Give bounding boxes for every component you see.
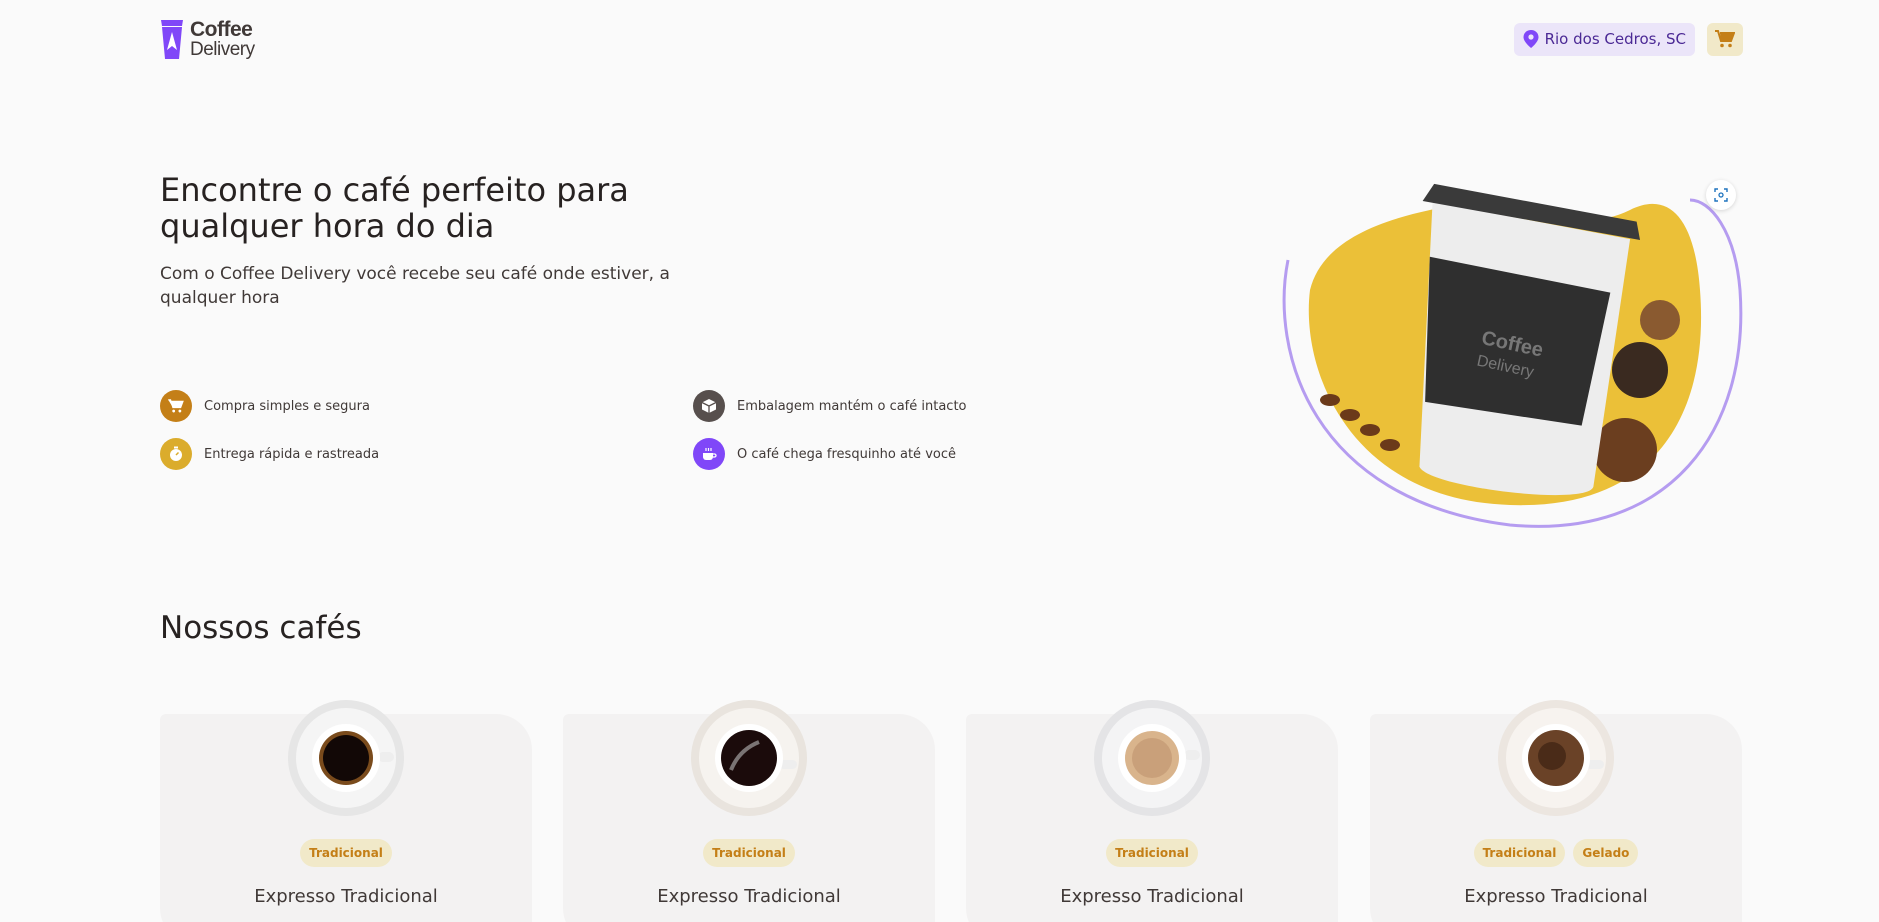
coffee-cup-image (1094, 700, 1210, 816)
package-icon (693, 390, 725, 422)
shopping-cart-icon (160, 390, 192, 422)
hero-title: Encontre o café perfeito para qualquer h… (160, 171, 629, 245)
product-name: Expresso Tradicional (1464, 886, 1648, 907)
product-tags: Tradicional (966, 839, 1338, 867)
product-card[interactable]: Tradicional Expresso Tradicional (160, 700, 532, 922)
expand-image-button[interactable] (1706, 180, 1736, 210)
product-card[interactable]: Tradicional Gelado Expresso Tradicional (1370, 700, 1742, 922)
coffee-icon (693, 438, 725, 470)
logo-text: Coffee Delivery (190, 19, 255, 59)
feature-label: Entrega rápida e rastreada (204, 446, 380, 462)
location-text: Rio dos Cedros, SC (1544, 30, 1686, 48)
product-name: Expresso Tradicional (254, 886, 438, 907)
feature-item-delivery: Entrega rápida e rastreada (160, 438, 379, 470)
product-tag: Tradicional (1106, 839, 1198, 867)
hero-subtitle: Com o Coffee Delivery você recebe seu ca… (160, 264, 670, 308)
coffee-cup-image (1498, 700, 1614, 816)
product-tag: Tradicional (703, 839, 795, 867)
product-tags: Tradicional Gelado (1370, 839, 1742, 867)
fullscreen-icon (1714, 188, 1728, 202)
coffee-cup-image (691, 700, 807, 816)
product-tag: Tradicional (1473, 839, 1566, 867)
cart-button[interactable] (1707, 22, 1743, 56)
feature-item-purchase: Compra simples e segura (160, 390, 370, 422)
product-name: Expresso Tradicional (657, 886, 841, 907)
product-name: Expresso Tradicional (1060, 886, 1244, 907)
section-title: Nossos cafés (160, 610, 362, 646)
location-badge[interactable]: Rio dos Cedros, SC (1513, 22, 1695, 56)
feature-item-packaging: Embalagem mantém o café intacto (693, 390, 967, 422)
logo-line-2: Delivery (190, 39, 255, 60)
logo[interactable]: Coffee Delivery (160, 18, 255, 60)
feature-item-fresh: O café chega fresquinho até você (693, 438, 956, 470)
header-actions: Rio dos Cedros, SC (1513, 22, 1743, 56)
product-tags: Tradicional (160, 839, 532, 867)
shopping-cart-icon (1715, 30, 1735, 48)
product-card[interactable]: Tradicional Expresso Tradicional (563, 700, 935, 922)
product-tags: Tradicional (563, 839, 935, 867)
product-card[interactable]: Tradicional Expresso Tradicional (966, 700, 1338, 922)
feature-label: Embalagem mantém o café intacto (737, 398, 967, 414)
hero-coffee-image: Coffee Delivery (1282, 183, 1743, 528)
header: Coffee Delivery Rio dos Cedros, SC (160, 16, 1743, 62)
product-tag: Gelado (1573, 839, 1639, 867)
coffee-cup-image (288, 700, 404, 816)
logo-line-1: Coffee (190, 18, 253, 41)
map-pin-icon (1523, 30, 1539, 48)
feature-label: Compra simples e segura (204, 398, 370, 414)
product-tag: Tradicional (300, 839, 392, 867)
timer-icon (160, 438, 192, 470)
feature-label: O café chega fresquinho até você (737, 446, 956, 462)
coffee-cup-logo-icon (161, 20, 183, 59)
